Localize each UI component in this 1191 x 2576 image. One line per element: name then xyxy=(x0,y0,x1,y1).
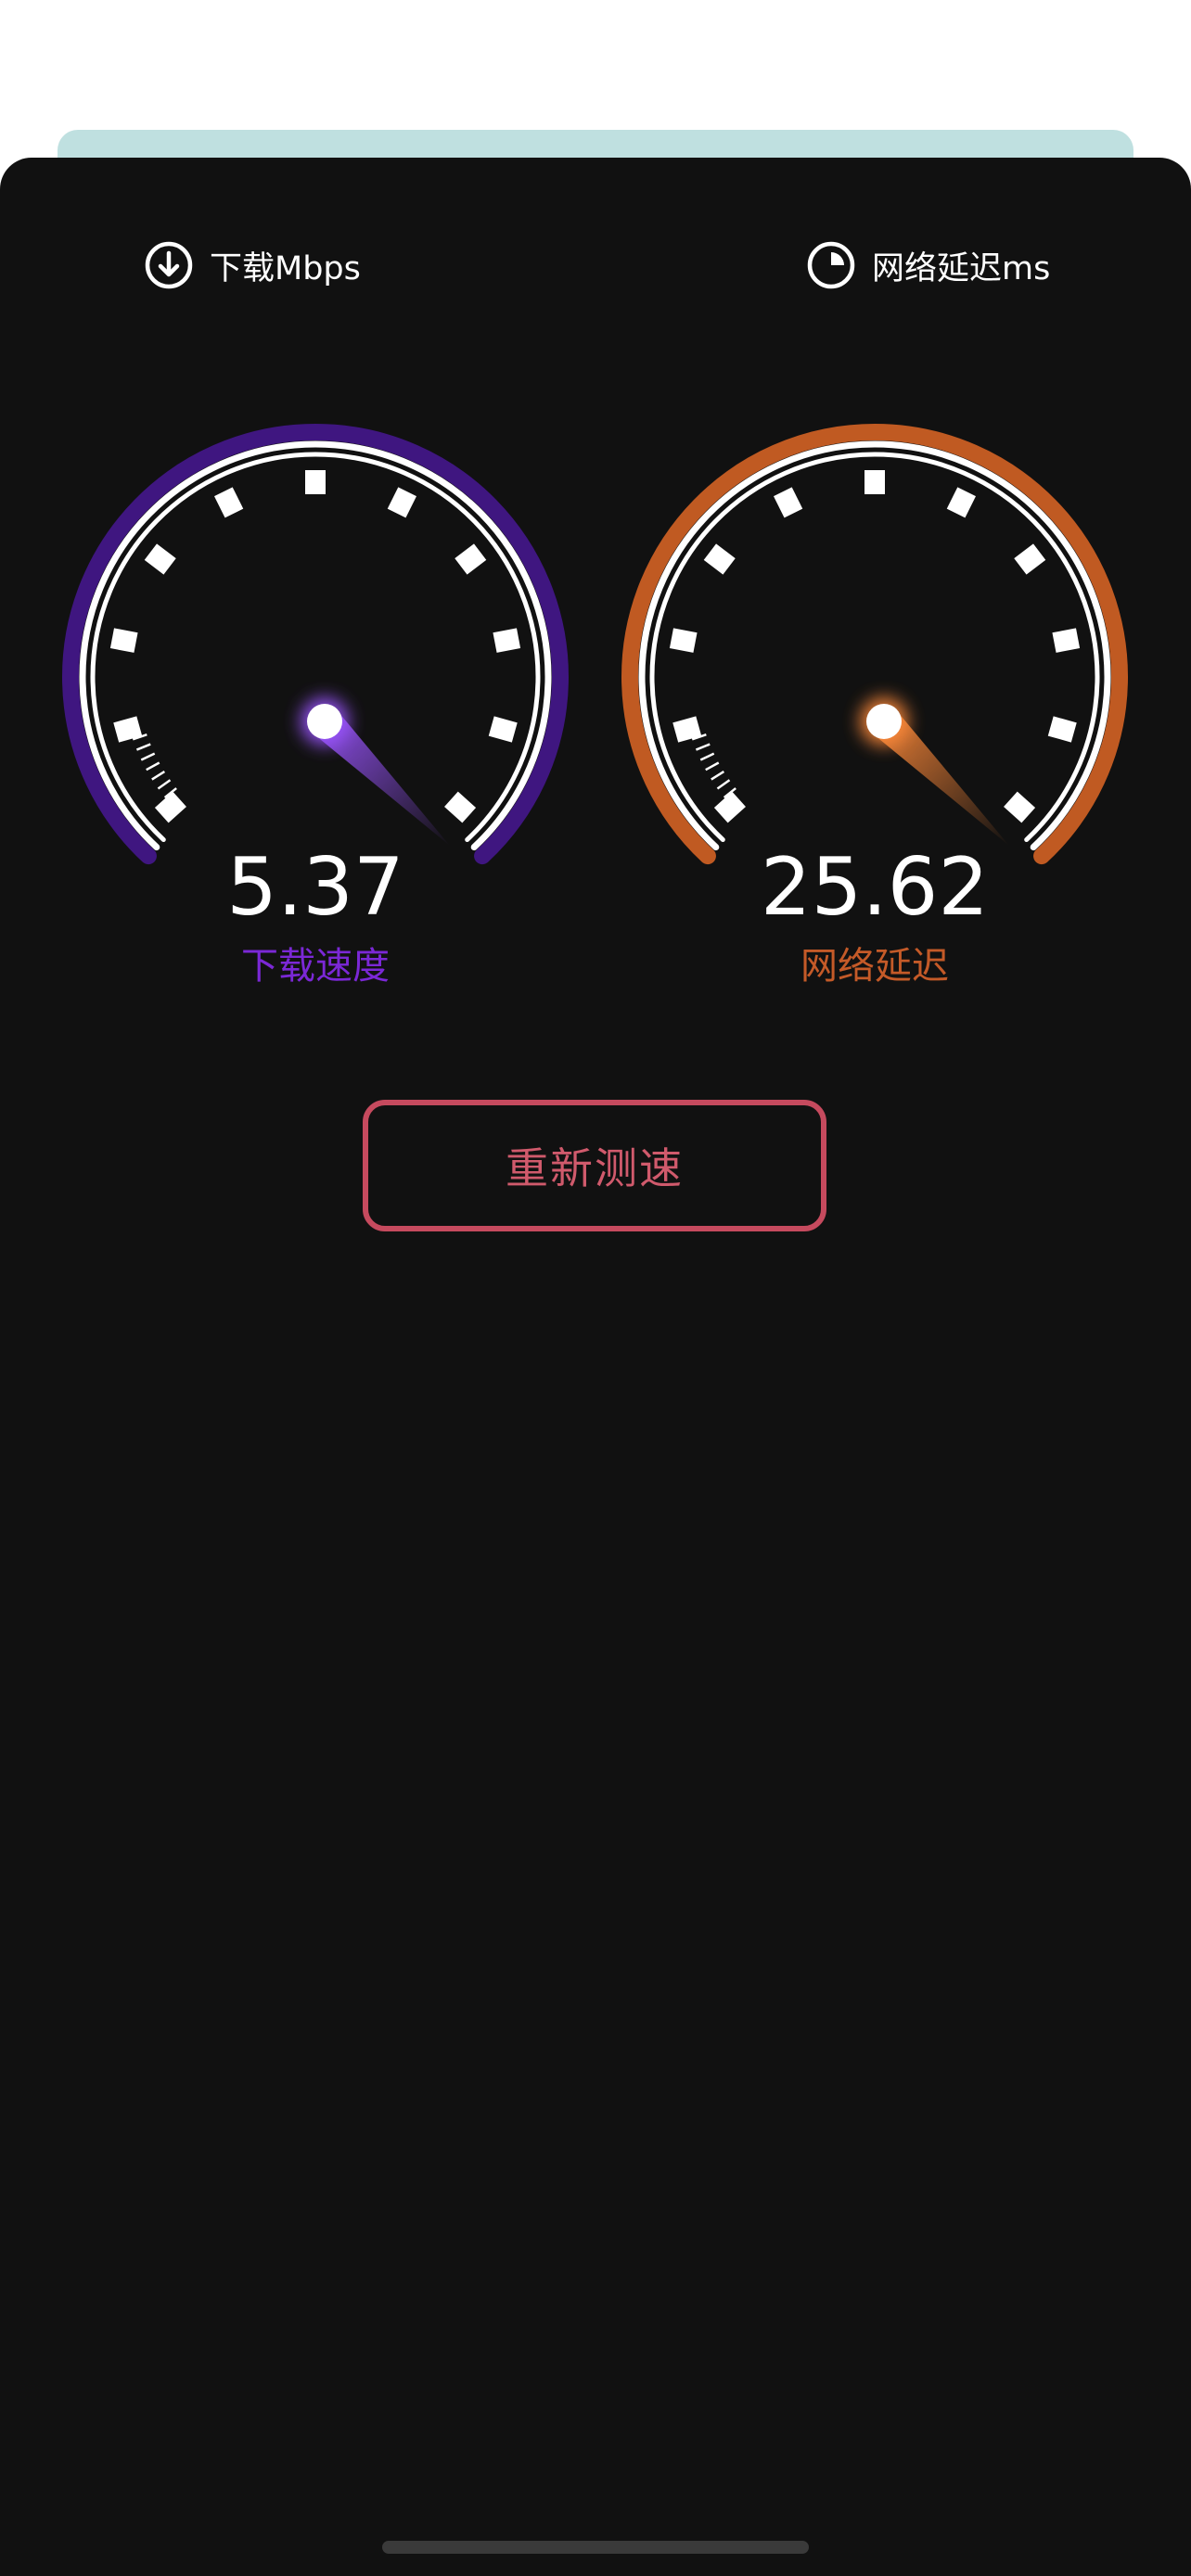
latency-gauge-dial xyxy=(621,424,1128,865)
download-gauge-dial xyxy=(62,424,569,865)
latency-value: 25.62 xyxy=(760,841,990,934)
download-legend-label: 下载Mbps xyxy=(210,249,361,287)
download-value: 5.37 xyxy=(226,841,404,934)
home-indicator[interactable] xyxy=(382,2541,809,2554)
latency-gauge: 25.62 网络延迟 xyxy=(601,408,1148,985)
download-legend: 下载Mbps xyxy=(143,237,361,293)
clock-icon xyxy=(807,241,855,289)
retest-button[interactable]: 重新测速 xyxy=(363,1100,826,1231)
download-label: 下载速度 xyxy=(241,945,390,988)
latency-label: 网络延迟 xyxy=(800,945,949,988)
latency-legend: 网络延迟ms xyxy=(805,237,1050,293)
download-circle-icon xyxy=(145,241,193,289)
download-gauge: 5.37 下载速度 xyxy=(42,408,589,985)
latency-legend-label: 网络延迟ms xyxy=(872,249,1051,287)
speed-test-screen: 下载Mbps 网络延迟ms 5.37 下载速度 25.62 网络延迟 重新测速 xyxy=(0,0,1191,2576)
